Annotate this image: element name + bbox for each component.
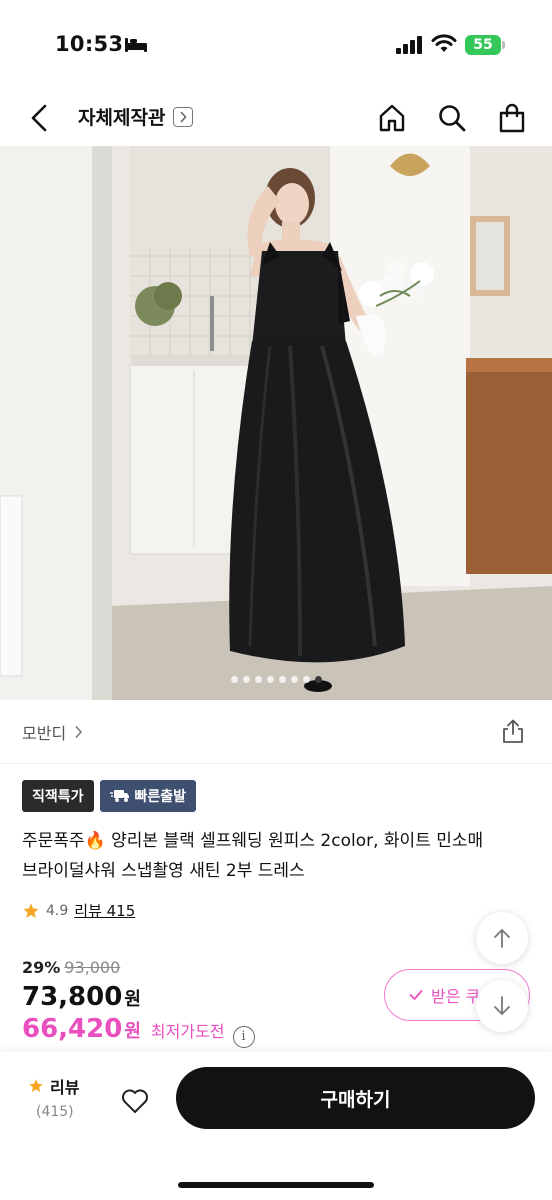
coupon-label: 받은 쿠 [431, 987, 481, 1006]
search-button[interactable] [432, 98, 472, 138]
wishlist-button[interactable] [114, 1080, 156, 1122]
cellular-signal-icon [396, 36, 422, 54]
buy-button[interactable]: 구매하기 [176, 1067, 535, 1129]
star-icon [23, 903, 39, 918]
lowest-price: 66,420 [22, 1014, 123, 1044]
home-button[interactable] [372, 98, 412, 138]
carousel-dot[interactable] [254, 676, 262, 683]
lowest-price-row: 66,420 원 최저가도전 i [22, 1014, 255, 1048]
currency-label: 원 [124, 989, 141, 1010]
product-photo [0, 146, 552, 700]
review-label: 리뷰 [50, 1078, 80, 1097]
info-icon[interactable]: i [232, 1025, 255, 1048]
brand-name: 모반디 [22, 724, 67, 743]
carousel-dot[interactable] [266, 676, 274, 683]
heart-icon [122, 1089, 148, 1113]
discount-percent: 29% [22, 958, 61, 977]
status-time: 10:53 [55, 32, 124, 56]
chevron-right-icon [75, 725, 83, 739]
top-nav: 자체제작관 [0, 90, 552, 146]
badge-row: 직잭특가 빠른출발 [22, 780, 197, 812]
shop-title-link[interactable]: 자체제작관 [78, 103, 194, 130]
star-icon [29, 1079, 43, 1092]
lowest-price-label: 최저가도전 [150, 1022, 225, 1041]
arrow-down-icon [494, 996, 510, 1015]
fast-shipping-badge: 빠른출발 [99, 780, 197, 812]
share-icon [503, 719, 523, 743]
carousel-dot[interactable] [242, 676, 250, 683]
search-icon [439, 105, 466, 132]
shop-title: 자체제작관 [78, 107, 166, 129]
carousel-dot[interactable] [302, 676, 310, 683]
delivery-truck-icon [109, 790, 129, 802]
carousel-dots [0, 676, 552, 683]
sale-price: 73,800 [22, 982, 123, 1012]
home-icon [379, 104, 405, 132]
wifi-icon [431, 34, 457, 52]
shopping-bag-icon [499, 103, 525, 133]
chevron-left-icon [31, 104, 47, 132]
check-icon [409, 990, 423, 1000]
carousel-dot[interactable] [290, 676, 298, 683]
back-button[interactable] [22, 98, 56, 138]
review-summary[interactable]: 리뷰 (415) [28, 1074, 88, 1120]
original-price: 93,000 [64, 958, 121, 977]
direct-deal-badge: 직잭특가 [22, 780, 94, 812]
brand-row: 모반디 [0, 700, 552, 764]
home-indicator [178, 1182, 374, 1188]
cart-button[interactable] [492, 98, 532, 138]
scroll-bottom-button[interactable] [476, 980, 528, 1032]
battery-indicator: 55 [465, 35, 501, 55]
bottom-action-bar: 리뷰 (415) 구매하기 [0, 1052, 552, 1200]
sleep-focus-icon [125, 38, 147, 52]
carousel-dot[interactable] [230, 676, 238, 683]
status-bar: 10:53 55 [0, 0, 552, 90]
chevron-right-icon [173, 106, 194, 127]
review-count: (415) [36, 1104, 74, 1120]
sale-price-row: 73,800 원 [22, 982, 141, 1012]
arrow-up-icon [494, 929, 510, 948]
product-image-carousel[interactable] [0, 146, 552, 700]
badge-label: 직잭특가 [32, 789, 84, 805]
product-title: 주문폭주🔥 양리본 블랙 셀프웨딩 원피스 2color, 화이트 민소매 브라… [22, 831, 484, 881]
scroll-top-button[interactable] [476, 912, 528, 964]
carousel-dot-active[interactable] [314, 676, 322, 683]
badge-label: 빠른출발 [134, 789, 187, 805]
discount-row: 29% 93,000 [22, 958, 120, 977]
rating-row: 4.9 리뷰 415 [22, 900, 135, 921]
brand-link[interactable]: 모반디 [22, 720, 83, 744]
carousel-dot[interactable] [278, 676, 286, 683]
battery-tip [502, 41, 505, 49]
review-link[interactable]: 리뷰 415 [74, 900, 135, 921]
share-button[interactable] [498, 716, 528, 746]
currency-label: 원 [124, 1021, 141, 1042]
rating-score: 4.9 [46, 902, 69, 919]
